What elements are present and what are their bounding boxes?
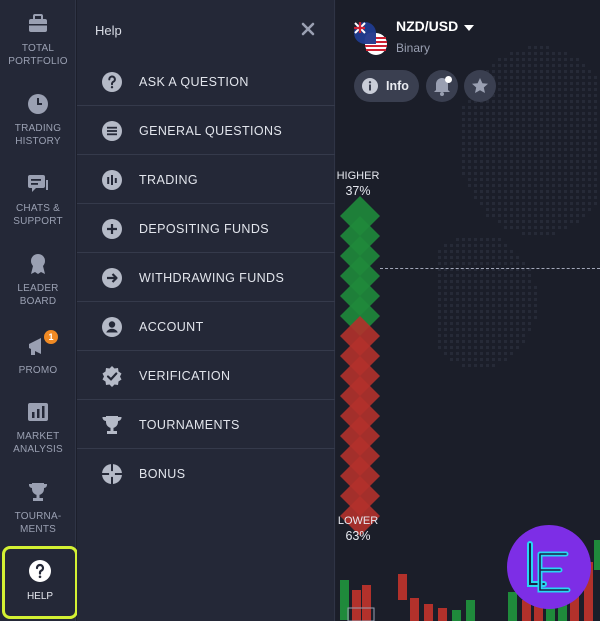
help-item-trading[interactable]: TRADING (77, 155, 335, 204)
candle (398, 574, 407, 600)
sidebar-item-trading-history[interactable]: TRADING HISTORY (0, 92, 76, 148)
trophy-icon (102, 416, 122, 434)
sidebar-item-label: CHATS & SUPPORT (13, 203, 63, 227)
help-item-general-questions[interactable]: GENERAL QUESTIONS (77, 106, 335, 155)
candle (352, 590, 361, 621)
sidebar-item-label: TOURNA- MENTS (14, 511, 62, 535)
list-icon (102, 121, 122, 141)
question-circle-icon (102, 72, 122, 92)
chat-icon (28, 175, 48, 192)
gift-icon (102, 464, 122, 484)
sidebar-item-label: LEADER BOARD (17, 283, 59, 307)
help-item-tournaments[interactable]: TOURNAMENTS (77, 400, 335, 449)
help-item-label: GENERAL QUESTIONS (139, 124, 283, 138)
sidebar-item-leader-board[interactable]: LEADER BOARD (0, 252, 76, 308)
close-icon[interactable] (299, 20, 317, 38)
app-root: TOTAL PORTFOLIO TRADING HISTORY CHATS & … (0, 0, 600, 621)
brand-logo (507, 525, 591, 609)
sidebar-item-label: MARKET ANALYSIS (13, 431, 63, 455)
help-item-verification[interactable]: VERIFICATION (77, 351, 335, 400)
help-panel: Help ASK A QUESTION GENERAL QUESTIONS TR… (77, 0, 335, 621)
candle (410, 598, 419, 621)
sidebar-item-label: TRADING HISTORY (14, 123, 62, 147)
clock-icon (28, 94, 48, 114)
help-item-label: TOURNAMENTS (139, 418, 240, 432)
help-item-label: VERIFICATION (139, 369, 231, 383)
bar-chart-icon (28, 403, 48, 421)
sidebar-item-label: HELP (26, 591, 54, 602)
trophy-icon (29, 483, 47, 501)
help-item-ask-question[interactable]: ASK A QUESTION (77, 57, 335, 106)
help-item-account[interactable]: ACCOUNT (77, 302, 335, 351)
sidebar-item-label: PROMO (18, 365, 58, 376)
help-item-label: DEPOSITING FUNDS (139, 222, 270, 236)
candle (452, 610, 461, 621)
trading-chart-area[interactable]: NZD/USD Binary Info HIGHER 37% LOWER 63% (336, 0, 600, 621)
verified-badge-icon (102, 366, 122, 387)
candle (466, 600, 475, 621)
candle (438, 608, 447, 621)
sidebar-item-chats-support[interactable]: CHATS & SUPPORT (0, 172, 76, 228)
medal-icon (31, 254, 45, 274)
help-item-withdrawing-funds[interactable]: WITHDRAWING FUNDS (77, 253, 335, 302)
question-icon (29, 560, 51, 582)
sidebar-item-tournaments[interactable]: TOURNA- MENTS (0, 480, 76, 536)
plus-circle-icon (102, 219, 122, 239)
sidebar-item-market-analysis[interactable]: MARKET ANALYSIS (0, 400, 76, 456)
help-item-label: ACCOUNT (139, 320, 204, 334)
candle (362, 585, 371, 621)
promo-badge: 1 (44, 330, 58, 344)
help-item-bonus[interactable]: BONUS (77, 449, 335, 498)
briefcase-icon (29, 14, 47, 32)
help-item-label: WITHDRAWING FUNDS (139, 271, 285, 285)
help-item-label: TRADING (139, 173, 199, 187)
help-item-label: BONUS (139, 467, 186, 481)
sidebar-item-promo[interactable]: PROMO (0, 334, 76, 377)
panel-title: Help (95, 23, 122, 38)
left-sidebar: TOTAL PORTFOLIO TRADING HISTORY CHATS & … (0, 0, 78, 621)
arrow-right-circle-icon (102, 268, 122, 288)
help-item-depositing-funds[interactable]: DEPOSITING FUNDS (77, 204, 335, 253)
candles-icon (102, 170, 122, 190)
help-item-label: ASK A QUESTION (139, 75, 249, 89)
sidebar-item-label: TOTAL PORTFOLIO (8, 43, 68, 67)
candle (424, 604, 433, 621)
user-circle-icon (102, 317, 122, 337)
sidebar-item-total-portfolio[interactable]: TOTAL PORTFOLIO (0, 12, 76, 68)
sidebar-item-help[interactable]: HELP (2, 546, 78, 619)
candle (594, 540, 600, 570)
